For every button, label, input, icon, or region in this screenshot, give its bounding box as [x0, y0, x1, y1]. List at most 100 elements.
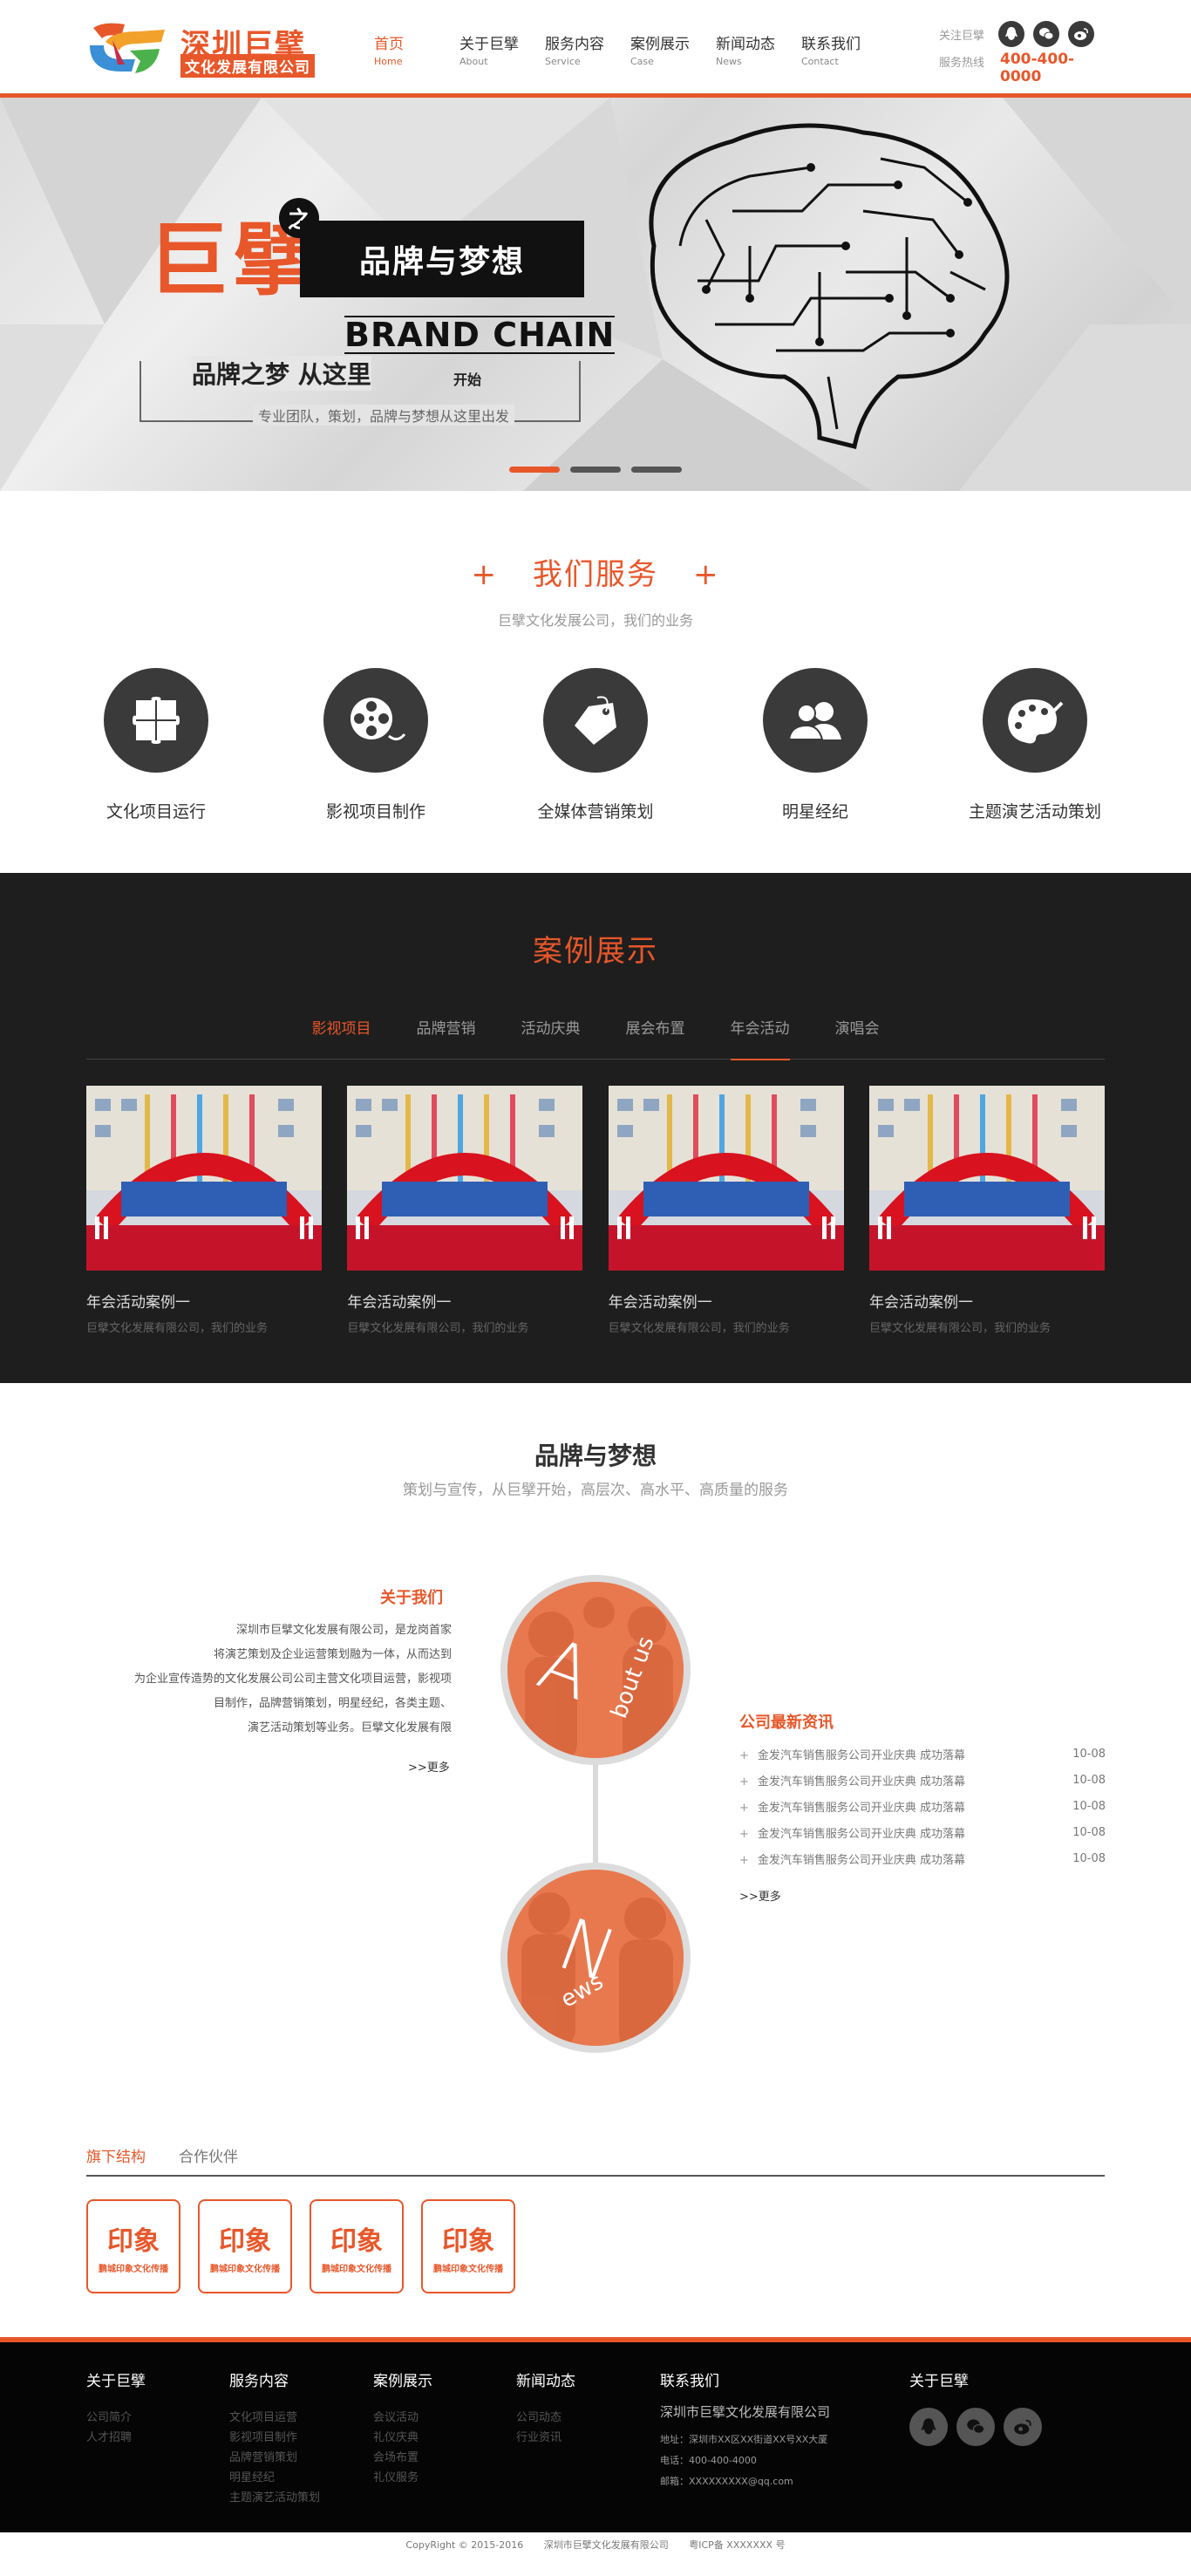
case-card[interactable]: 年会活动案例一 巨擘文化发展有限公司，我们的业务: [347, 1086, 583, 1335]
footer-link[interactable]: 公司简介: [86, 2408, 146, 2428]
nav-sublabel: About: [459, 56, 488, 67]
service-item-marketing[interactable]: 全媒体营销策划: [526, 668, 665, 822]
logo[interactable]: 深圳巨擘 文化发展有限公司: [86, 19, 322, 80]
footer-link[interactable]: 行业资讯: [516, 2428, 575, 2448]
news-date: 10-08: [1072, 1799, 1106, 1813]
slider-dot-1[interactable]: [509, 467, 560, 473]
tab-celebration[interactable]: 活动庆典: [499, 1012, 603, 1060]
news-date: 10-08: [1072, 1773, 1106, 1787]
case-card[interactable]: 年会活动案例一 巨擘文化发展有限公司，我们的业务: [868, 1086, 1105, 1335]
nav-label: 首页: [374, 36, 404, 53]
weibo-icon[interactable]: [1004, 2408, 1042, 2446]
news-heading: 公司最新资讯: [739, 1714, 834, 1732]
service-item-celebrity[interactable]: 明星经纪: [745, 668, 885, 822]
service-label: 影视项目制作: [325, 802, 425, 821]
banner-english-title: BRAND CHAIN: [344, 316, 616, 354]
case-card[interactable]: 年会活动案例一 巨擘文化发展有限公司，我们的业务: [86, 1086, 322, 1335]
about-more-link[interactable]: >>更多: [408, 1758, 450, 1775]
footer-link[interactable]: 礼仪服务: [373, 2468, 432, 2488]
footer-col-title: 服务内容: [229, 2373, 289, 2390]
footer-link[interactable]: 人才招聘: [86, 2428, 146, 2448]
puzzle-icon: [104, 668, 208, 773]
news-item[interactable]: 金发汽车销售服务公司开业庆典 成功落幕 10-08: [739, 1819, 1106, 1845]
nav-service[interactable]: 服务内容 Service: [545, 31, 630, 67]
footer-col-title: 新闻动态: [516, 2373, 575, 2390]
news-item[interactable]: 金发汽车销售服务公司开业庆典 成功落幕 10-08: [739, 1767, 1106, 1793]
footer-link[interactable]: 文化项目运营: [229, 2408, 320, 2428]
service-item-culture[interactable]: 文化项目运行: [86, 668, 226, 822]
about-line: 目制作，品牌营销策划，明星经纪，各类主题、: [213, 1697, 452, 1710]
service-item-performance[interactable]: 主题演艺活动策划: [965, 668, 1105, 822]
nav-news[interactable]: 新闻动态 News: [716, 31, 801, 67]
follow-label: 关注巨擘: [939, 30, 985, 43]
footer-link[interactable]: 明星经纪: [229, 2468, 320, 2488]
news-more-link[interactable]: >>更多: [739, 1887, 781, 1904]
contact-company: 深圳市巨擘文化发展有限公司: [660, 2404, 831, 2420]
footer-link[interactable]: 公司动态: [516, 2408, 575, 2428]
wechat-icon[interactable]: [956, 2408, 995, 2446]
footer-link[interactable]: 影视项目制作: [229, 2428, 320, 2448]
tab-exhibition[interactable]: 展会布置: [603, 1012, 708, 1060]
news-date: 10-08: [1072, 1825, 1106, 1839]
nav-contact[interactable]: 联系我们 Contact: [801, 31, 887, 67]
case-card[interactable]: 年会活动案例一 巨擘文化发展有限公司，我们的业务: [608, 1086, 844, 1335]
news-date: 10-08: [1072, 1851, 1106, 1865]
contact-address: 地址：深圳市XX区XX街道XX号XX大厦: [660, 2434, 828, 2445]
partner-logo[interactable]: 印象 鹏城印象文化传播: [86, 2199, 180, 2293]
plus-icon: +: [693, 557, 720, 592]
about-text: 深圳市巨擘文化发展有限公司，是龙岗首家 将演艺策划及企业运营策划融为一体，从而达…: [87, 1619, 452, 1741]
about-line: 将演艺策划及企业运营策划融为一体，从而达到: [213, 1648, 452, 1661]
footer-link[interactable]: 主题演艺活动策划: [229, 2488, 320, 2508]
partner-logo[interactable]: 印象 鹏城印象文化传播: [310, 2199, 404, 2293]
nav-label: 服务内容: [545, 36, 604, 53]
about-circle[interactable]: A bout us: [500, 1575, 691, 1765]
slider-dot-2[interactable]: [570, 467, 621, 473]
partner-logos: 印象 鹏城印象文化传播 印象 鹏城印象文化传播 印象 鹏城印象文化传播 印象 鹏城印象文…: [86, 2199, 515, 2293]
case-list: 年会活动案例一 巨擘文化发展有限公司，我们的业务 年会活动案例一 巨擘文化发展有…: [86, 1086, 1105, 1335]
wechat-icon[interactable]: [1033, 21, 1059, 47]
tab-concert[interactable]: 演唱会: [813, 1012, 902, 1060]
footer-link[interactable]: 礼仪庆典: [373, 2428, 432, 2448]
tab-brand[interactable]: 品牌营销: [394, 1012, 499, 1060]
tab-partners[interactable]: 合作伙伴: [179, 2144, 238, 2166]
news-item[interactable]: 金发汽车销售服务公司开业庆典 成功落幕 10-08: [739, 1845, 1106, 1871]
partner-logo[interactable]: 印象 鹏城印象文化传播: [198, 2199, 292, 2293]
service-item-film[interactable]: 影视项目制作: [306, 668, 446, 822]
tab-structure[interactable]: 旗下结构: [86, 2144, 146, 2166]
weibo-icon[interactable]: [1068, 21, 1094, 47]
cases-title: 案例展示: [533, 934, 658, 969]
nav-case[interactable]: 案例展示 Case: [630, 31, 716, 67]
nav-about[interactable]: 关于巨擘 About: [459, 31, 545, 67]
footer-col-about: 关于巨擘 公司简介 人才招聘: [86, 2368, 146, 2448]
news-item[interactable]: 金发汽车销售服务公司开业庆典 成功落幕 10-08: [739, 1793, 1106, 1819]
film-reel-icon: [323, 668, 428, 773]
nav-sublabel: Home: [374, 56, 403, 67]
partner-logo[interactable]: 印象 鹏城印象文化传播: [421, 2199, 515, 2293]
footer-link[interactable]: 会议活动: [373, 2408, 432, 2428]
footer-col-title: 联系我们: [660, 2373, 719, 2390]
case-desc: 巨擘文化发展有限公司，我们的业务: [868, 1322, 1051, 1335]
brand-subtitle: 策划与宣传，从巨擘开始，高层次、高水平、高质量的服务: [403, 1482, 788, 1499]
footer-link[interactable]: 会场布置: [373, 2448, 432, 2468]
footer-link[interactable]: 品牌营销策划: [229, 2448, 320, 2468]
case-title: 年会活动案例一: [86, 1294, 190, 1312]
slider-dot-3[interactable]: [631, 467, 682, 473]
qq-icon[interactable]: [909, 2408, 948, 2446]
news-circle-art: N ews: [507, 1870, 684, 2046]
about-line: 为企业宣传造势的文化发展公司公司主营文化项目运营，影视项: [133, 1673, 452, 1686]
tab-annual-meeting[interactable]: 年会活动: [708, 1012, 813, 1060]
nav-home[interactable]: 首页 Home: [374, 31, 459, 67]
news-circle[interactable]: N ews: [500, 1863, 691, 2053]
qq-icon[interactable]: [998, 21, 1024, 47]
case-title: 年会活动案例一: [347, 1294, 452, 1312]
partner-seal: 印象: [107, 2225, 160, 2257]
tab-film[interactable]: 影视项目: [289, 1012, 394, 1060]
footer-col-title: 案例展示: [373, 2373, 432, 2390]
site-header: 深圳巨擘 文化发展有限公司 首页 Home 关于巨擘 About 服务内容 Servi…: [0, 0, 1191, 98]
about-line: 演艺活动策划等业务。巨擘文化发展有限: [247, 1721, 452, 1734]
case-desc: 巨擘文化发展有限公司，我们的业务: [347, 1322, 529, 1335]
news-title: 金发汽车销售服务公司开业庆典 成功落幕: [739, 1772, 965, 1789]
news-item[interactable]: 金发汽车销售服务公司开业庆典 成功落幕 10-08: [739, 1741, 1106, 1767]
case-title: 年会活动案例一: [608, 1294, 712, 1312]
logo-subtitle: 文化发展有限公司: [180, 54, 315, 78]
